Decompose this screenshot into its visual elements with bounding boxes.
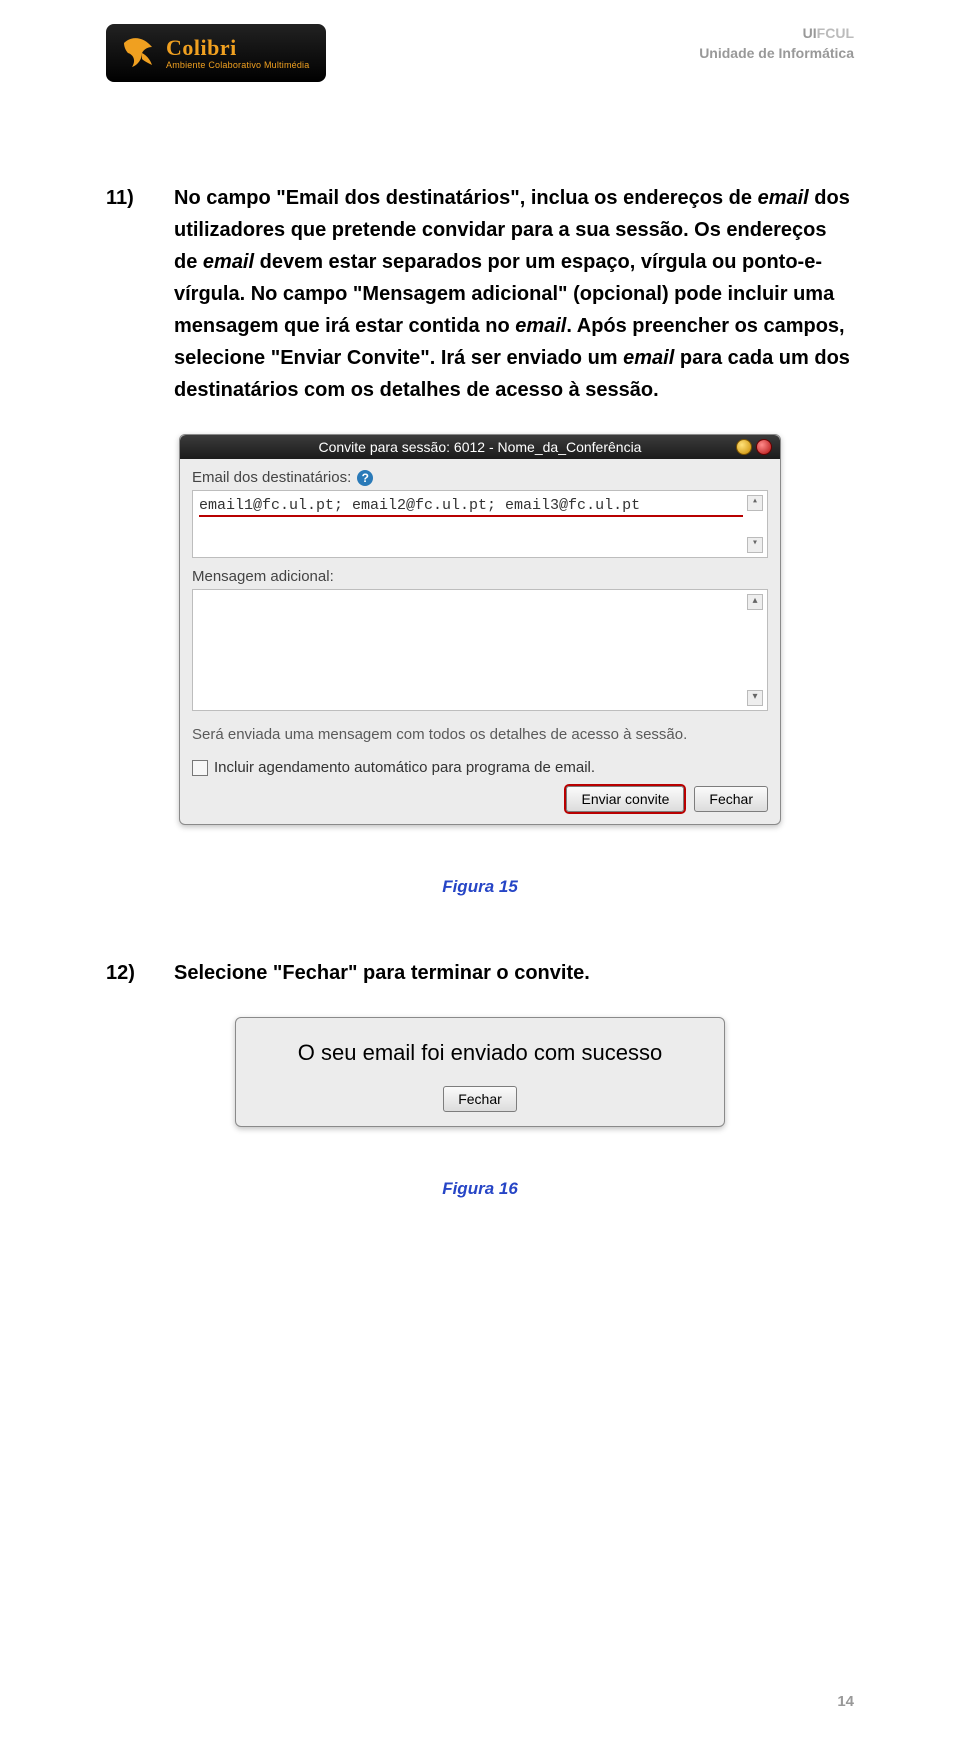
scroll-up-icon[interactable]: ▴ (747, 495, 763, 511)
minimize-icon[interactable] (736, 439, 752, 455)
send-invite-button[interactable]: Enviar convite (566, 786, 684, 812)
step-number: 12) (106, 957, 146, 989)
checkbox-icon[interactable] (192, 760, 208, 776)
figure-16-caption: Figura 16 (106, 1179, 854, 1199)
invite-panel: Convite para sessão: 6012 - Nome_da_Conf… (179, 434, 781, 825)
scroll-up-icon[interactable]: ▴ (747, 594, 763, 610)
step-text: No campo "Email dos destinatários", incl… (174, 182, 854, 406)
org-header: UIFCUL Unidade de Informática (699, 24, 854, 63)
org-line1a: UI (803, 25, 817, 41)
step-text: Selecione "Fechar" para terminar o convi… (174, 957, 854, 989)
figure-15-caption: Figura 15 (106, 877, 854, 897)
scroll-down-icon[interactable]: ▾ (747, 690, 763, 706)
success-panel: O seu email foi enviado com sucesso Fech… (235, 1017, 725, 1127)
dest-emails-input[interactable]: email1@fc.ul.pt; email2@fc.ul.pt; email3… (192, 490, 768, 558)
close-button[interactable]: Fechar (443, 1086, 517, 1112)
dest-emails-value: email1@fc.ul.pt; email2@fc.ul.pt; email3… (199, 497, 640, 514)
auto-schedule-label: Incluir agendamento automático para prog… (214, 759, 595, 776)
panel-titlebar: Convite para sessão: 6012 - Nome_da_Conf… (180, 435, 780, 459)
info-note: Será enviada uma mensagem com todos os d… (192, 725, 768, 745)
close-icon[interactable] (756, 439, 772, 455)
org-line1b: FCUL (817, 25, 854, 41)
msg-label: Mensagem adicional: (192, 568, 334, 585)
panel-title-text: Convite para sessão: 6012 - Nome_da_Conf… (319, 439, 642, 455)
logo-title: Colibri (166, 37, 309, 59)
step-number: 11) (106, 182, 146, 406)
step-11: 11) No campo "Email dos destinatários", … (106, 182, 854, 406)
help-icon[interactable]: ? (357, 470, 373, 486)
dest-label-row: Email dos destinatários: ? (192, 469, 768, 486)
msg-textarea[interactable]: ▴ ▾ (192, 589, 768, 711)
success-message: O seu email foi enviado com sucesso (250, 1040, 710, 1066)
logo-badge: Colibri Ambiente Colaborativo Multimédia (106, 24, 326, 82)
logo-subtitle: Ambiente Colaborativo Multimédia (166, 61, 309, 70)
scroll-down-icon[interactable]: ▾ (747, 537, 763, 553)
close-button[interactable]: Fechar (694, 786, 768, 812)
step-12: 12) Selecione "Fechar" para terminar o c… (106, 957, 854, 989)
hummingbird-icon (118, 33, 158, 73)
dest-label: Email dos destinatários: (192, 469, 351, 486)
auto-schedule-row[interactable]: Incluir agendamento automático para prog… (192, 759, 768, 776)
org-line2: Unidade de Informática (699, 44, 854, 64)
highlight-underline (199, 515, 743, 517)
page-number: 14 (837, 1693, 854, 1710)
